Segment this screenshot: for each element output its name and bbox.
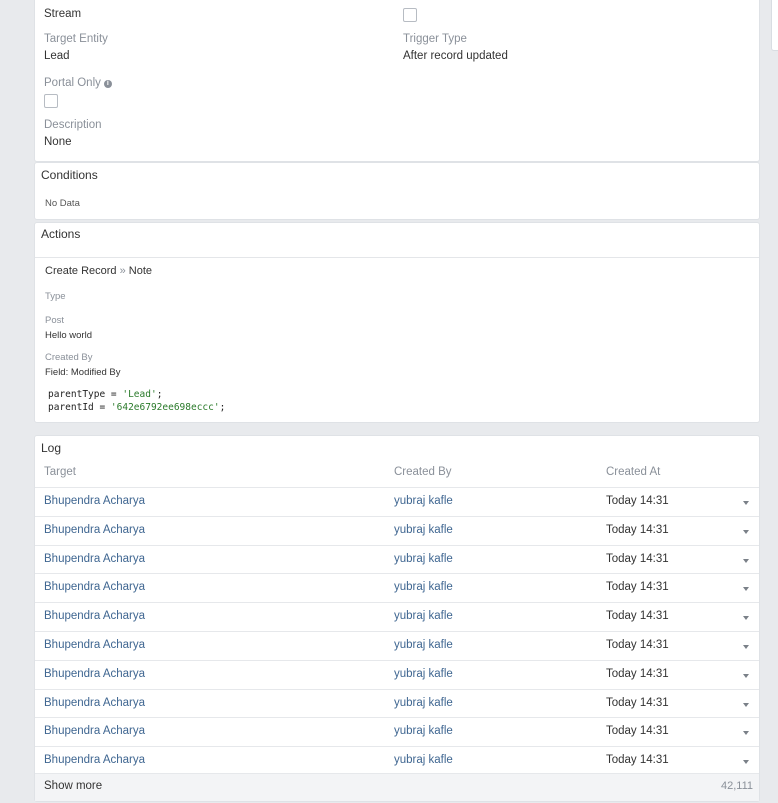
created-by-link[interactable]: yubraj kafle [394, 639, 453, 651]
created-by-link[interactable]: yubraj kafle [394, 668, 453, 680]
total-count: 42,111 [720, 780, 753, 792]
table-row[interactable]: Bhupendra Acharya yubraj kafle Today 14:31 [35, 659, 759, 689]
row-actions-dropdown-icon[interactable] [743, 558, 749, 563]
post-value: Hello world [45, 330, 92, 341]
created-at-value: Today 14:31 [606, 523, 669, 536]
created-at-value: Today 14:31 [606, 552, 669, 565]
details-panel: Stream Target Entity Lead Trigger Type A… [34, 0, 760, 162]
description-value: None [44, 136, 72, 148]
info-icon[interactable]: i [103, 80, 112, 88]
row-actions-dropdown-icon[interactable] [743, 529, 749, 534]
target-link[interactable]: Bhupendra Acharya [44, 725, 145, 737]
table-row[interactable]: Bhupendra Acharya yubraj kafle Today 14:31 [35, 515, 759, 545]
created-at-value: Today 14:31 [606, 667, 669, 680]
created-by-link[interactable]: yubraj kafle [394, 697, 453, 709]
target-entity-value: Lead [44, 50, 70, 62]
code-line2-end: ; [219, 402, 226, 413]
column-header-created-by[interactable]: Created By [394, 466, 452, 478]
stream-label: Stream [44, 8, 82, 20]
action-separator: » [119, 265, 126, 277]
target-link[interactable]: Bhupendra Acharya [44, 581, 145, 593]
target-link[interactable]: Bhupendra Acharya [44, 697, 145, 709]
post-label: Post [45, 315, 65, 326]
log-title: Log [41, 441, 62, 455]
trigger-type-label: Trigger Type [403, 33, 467, 45]
divider [35, 257, 759, 258]
created-at-value: Today 14:31 [606, 725, 669, 738]
code-line2-val: '642e6792ee698eccc' [110, 402, 220, 413]
table-row[interactable]: Bhupendra Acharya yubraj kafle Today 14:31 [35, 688, 759, 718]
created-by-link[interactable]: yubraj kafle [394, 524, 453, 536]
show-more-bar: Show more 42,111 [35, 773, 759, 801]
row-actions-dropdown-icon[interactable] [743, 702, 749, 707]
side-panel-stub [771, 0, 778, 51]
type-label: Type [45, 291, 66, 302]
portal-only-checkbox[interactable] [44, 94, 58, 108]
conditions-empty-text: No Data [45, 198, 80, 209]
code-line1-key: parentType = [48, 389, 123, 400]
conditions-panel: Conditions No Data [34, 162, 760, 220]
stream-checkbox[interactable] [403, 8, 417, 22]
portal-only-label-wrap: Portal Only i [44, 77, 112, 89]
column-header-created-at[interactable]: Created At [606, 466, 660, 478]
action-heading[interactable]: Create Record » Note [45, 265, 152, 277]
created-at-value: Today 14:31 [606, 696, 669, 709]
table-row[interactable]: Bhupendra Acharya yubraj kafle Today 14:31 [35, 544, 759, 574]
target-entity-label: Target Entity [44, 33, 108, 45]
action-name: Create Record [45, 265, 117, 277]
target-link[interactable]: Bhupendra Acharya [44, 524, 145, 536]
created-by-link[interactable]: yubraj kafle [394, 725, 453, 737]
portal-only-label: Portal Only [44, 77, 101, 89]
actions-panel: Actions Create Record » Note Type Post H… [34, 222, 760, 423]
formula-code: parentType = 'Lead'; parentId = '642e679… [48, 388, 225, 414]
table-row[interactable]: Bhupendra Acharya yubraj kafle Today 14:31 [35, 631, 759, 660]
row-actions-dropdown-icon[interactable] [743, 673, 749, 678]
created-by-value: Field: Modified By [45, 367, 121, 378]
created-by-link[interactable]: yubraj kafle [394, 754, 453, 766]
created-at-value: Today 14:31 [606, 581, 669, 594]
row-actions-dropdown-icon[interactable] [743, 616, 749, 621]
code-line1-end: ; [156, 389, 163, 400]
trigger-type-value: After record updated [403, 50, 508, 62]
created-at-value: Today 14:31 [606, 495, 669, 507]
created-at-value: Today 14:31 [606, 754, 669, 767]
table-row[interactable]: Bhupendra Acharya yubraj kafle Today 14:31 [35, 746, 759, 775]
table-row[interactable]: Bhupendra Acharya yubraj kafle Today 14:31 [35, 573, 759, 602]
table-row[interactable]: Bhupendra Acharya yubraj kafle Today 14:31 [35, 602, 759, 631]
created-by-link[interactable]: yubraj kafle [394, 610, 453, 622]
target-link[interactable]: Bhupendra Acharya [44, 668, 145, 680]
row-actions-dropdown-icon[interactable] [743, 587, 749, 592]
show-more-button[interactable]: Show more [44, 780, 102, 792]
column-header-target[interactable]: Target [44, 466, 76, 478]
row-actions-dropdown-icon[interactable] [743, 731, 749, 736]
row-actions-dropdown-icon[interactable] [743, 501, 749, 505]
code-line1-val: 'Lead' [122, 389, 157, 400]
code-line2-key: parentId = [48, 402, 111, 413]
table-row[interactable]: Bhupendra Acharya yubraj kafle Today 14:31 [35, 487, 759, 516]
table-row[interactable]: Bhupendra Acharya yubraj kafle Today 14:31 [35, 717, 759, 746]
conditions-title: Conditions [41, 168, 98, 182]
created-by-link[interactable]: yubraj kafle [394, 495, 453, 507]
target-link[interactable]: Bhupendra Acharya [44, 639, 145, 651]
action-target: Note [128, 265, 153, 277]
created-by-link[interactable]: yubraj kafle [394, 553, 453, 565]
created-at-value: Today 14:31 [606, 639, 669, 651]
target-link[interactable]: Bhupendra Acharya [44, 495, 145, 507]
target-link[interactable]: Bhupendra Acharya [44, 610, 145, 622]
created-by-label: Created By [45, 352, 93, 363]
target-link[interactable]: Bhupendra Acharya [44, 553, 145, 565]
description-label: Description [44, 119, 102, 131]
target-link[interactable]: Bhupendra Acharya [44, 754, 145, 766]
created-by-link[interactable]: yubraj kafle [394, 581, 453, 593]
log-panel: Log Target Created By Created At Bhupend… [34, 435, 760, 802]
row-actions-dropdown-icon[interactable] [743, 760, 749, 765]
row-actions-dropdown-icon[interactable] [743, 645, 749, 649]
created-at-value: Today 14:31 [606, 610, 669, 623]
actions-title: Actions [41, 227, 81, 241]
